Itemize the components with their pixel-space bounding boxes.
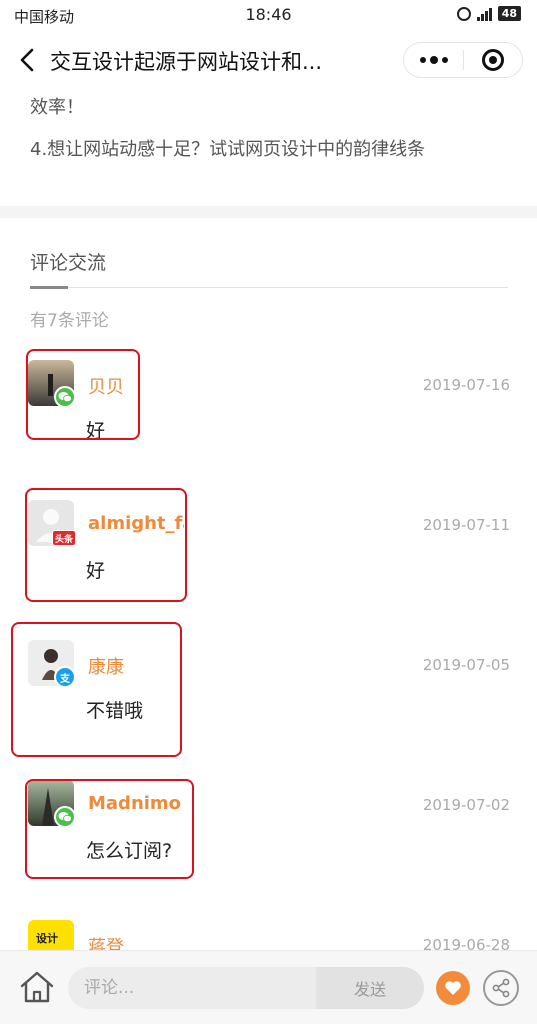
share-button[interactable] bbox=[483, 970, 519, 1006]
tab-underline bbox=[30, 287, 508, 288]
tab-active-indicator bbox=[30, 286, 68, 289]
like-button[interactable] bbox=[436, 971, 470, 1005]
highlight-box bbox=[25, 488, 187, 602]
share-icon bbox=[492, 978, 510, 998]
signal-icon bbox=[476, 7, 492, 21]
comment-input-group: 发送 bbox=[68, 967, 424, 1009]
comment-date: 2019-07-05 bbox=[422, 656, 510, 674]
highlight-box bbox=[11, 622, 182, 757]
article-paragraph: 效率！ bbox=[30, 97, 84, 118]
send-button[interactable]: 发送 bbox=[316, 967, 424, 1009]
status-bar: 中国移动 18:46 48 bbox=[0, 0, 537, 30]
heart-icon bbox=[445, 981, 461, 995]
comment-count: 有7条评论 bbox=[30, 311, 109, 331]
comment-date: 2019-07-11 bbox=[422, 516, 510, 534]
highlight-box bbox=[26, 349, 140, 440]
highlight-box bbox=[25, 779, 194, 879]
article-body: 效率！ 4.想让网站动感十足？试试网页设计中的韵律线条 bbox=[30, 96, 510, 162]
close-miniprogram-icon[interactable] bbox=[464, 42, 522, 78]
page-title: 交互设计起源于网站设计和... bbox=[50, 50, 323, 74]
alarm-icon bbox=[456, 6, 471, 21]
bottom-bar: 发送 bbox=[0, 950, 537, 1024]
battery-icon: 48 bbox=[497, 6, 521, 21]
status-icons: 48 bbox=[456, 6, 521, 21]
section-divider bbox=[0, 206, 537, 218]
mini-program-capsule bbox=[403, 42, 523, 78]
comments-tab[interactable]: 评论交流 bbox=[30, 248, 106, 275]
more-icon[interactable] bbox=[404, 42, 463, 78]
back-arrow-icon[interactable] bbox=[14, 44, 42, 76]
avatar-logo-text: 设计 bbox=[36, 932, 58, 945]
comment-input[interactable] bbox=[68, 967, 316, 1009]
comment-date: 2019-07-02 bbox=[422, 796, 510, 814]
home-icon[interactable] bbox=[18, 969, 56, 1005]
related-article-link[interactable]: 4.想让网站动感十足？试试网页设计中的韵律线条 bbox=[30, 138, 510, 162]
nav-bar: 交互设计起源于网站设计和... bbox=[0, 30, 537, 90]
comment-date: 2019-07-16 bbox=[422, 376, 510, 394]
